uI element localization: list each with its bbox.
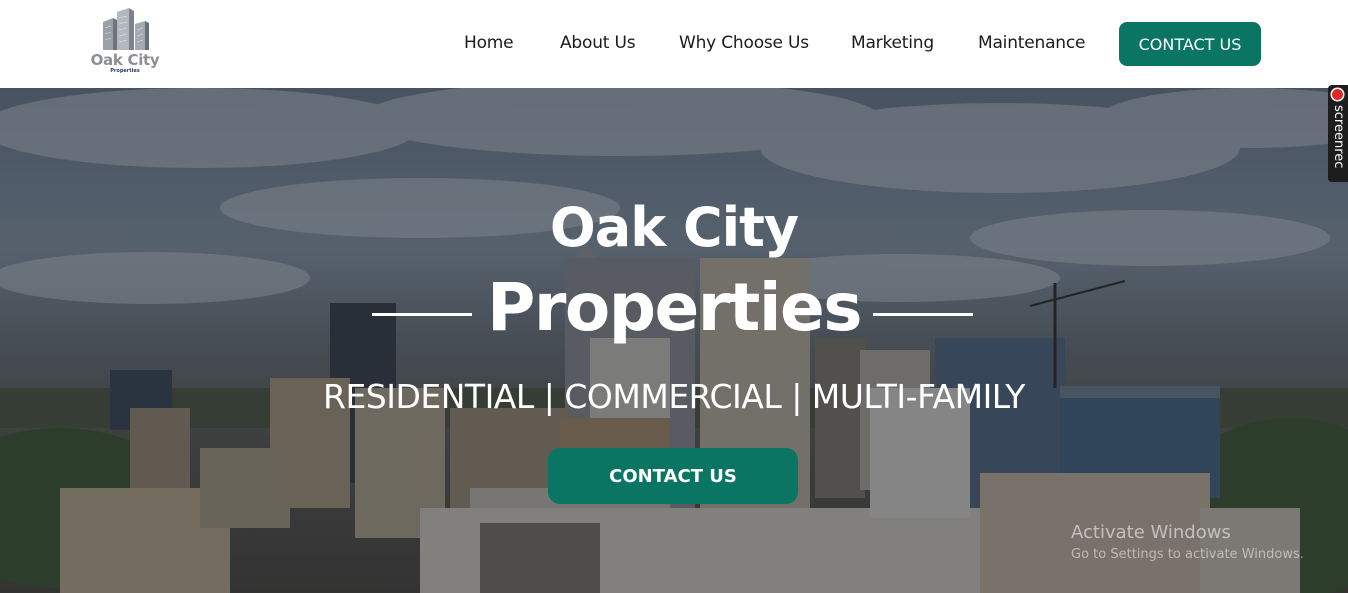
- activate-windows-subtitle: Go to Settings to activate Windows.: [1071, 547, 1304, 562]
- site-header: Oak City Properties Home About Us Why Ch…: [0, 0, 1348, 88]
- screenrec-tab[interactable]: screenrec: [1328, 85, 1348, 182]
- hero-section: Oak City Properties RESIDENTIAL | COMMER…: [0, 88, 1348, 593]
- logo-subtitle: Properties: [110, 68, 140, 74]
- nav-about-us[interactable]: About Us: [560, 33, 636, 53]
- nav-why-choose-us[interactable]: Why Choose Us: [679, 33, 809, 53]
- logo-name: Oak City: [90, 51, 160, 69]
- nav-marketing[interactable]: Marketing: [851, 33, 934, 53]
- hero-contact-button[interactable]: CONTACT US: [548, 448, 798, 504]
- buildings-logo-icon: [103, 8, 149, 50]
- nav-home[interactable]: Home: [464, 33, 514, 53]
- hero-title-line1: Oak City: [549, 196, 799, 259]
- hero-subtitle: RESIDENTIAL | COMMERCIAL | MULTI-FAMILY: [323, 377, 1025, 416]
- activate-windows-title: Activate Windows: [1071, 522, 1231, 543]
- site-logo[interactable]: Oak City Properties: [90, 8, 160, 80]
- nav-maintenance[interactable]: Maintenance: [978, 33, 1085, 53]
- screenrec-label: screenrec: [1331, 105, 1346, 169]
- header-contact-button[interactable]: CONTACT US: [1119, 22, 1261, 66]
- hero-right-divider: [873, 313, 973, 316]
- record-icon: [1332, 89, 1343, 100]
- hero-title-line2: Properties: [486, 269, 863, 346]
